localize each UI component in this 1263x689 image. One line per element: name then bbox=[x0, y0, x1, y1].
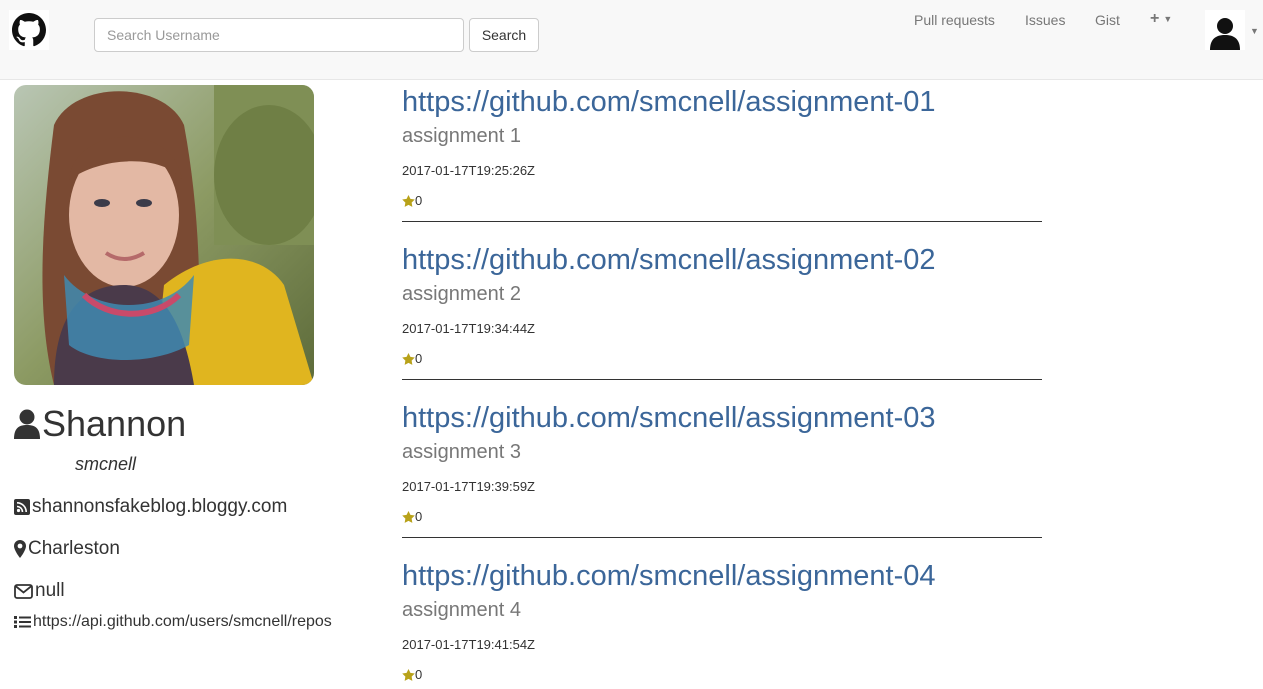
profile-name: Shannon bbox=[14, 403, 186, 445]
nav-pull-requests-link[interactable]: Pull requests bbox=[914, 12, 995, 28]
envelope-icon bbox=[14, 583, 33, 599]
repo-star-count: 0 bbox=[415, 193, 423, 208]
repo-stars: 0 bbox=[402, 193, 422, 208]
repo-link[interactable]: https://github.com/smcnell/assignment-04 bbox=[402, 559, 1042, 593]
repo-divider bbox=[402, 537, 1042, 538]
repo-created-date: 2017-01-17T19:25:26Z bbox=[402, 163, 535, 178]
avatar-chevron-down-icon[interactable]: ▼ bbox=[1250, 26, 1259, 36]
plus-icon: + bbox=[1150, 10, 1160, 27]
profile-photo bbox=[14, 85, 314, 385]
search-button[interactable]: Search bbox=[469, 18, 539, 52]
list-icon bbox=[14, 616, 31, 628]
profile-blog[interactable]: shannonsfakeblog.bloggy.com bbox=[14, 496, 287, 518]
repo-item: https://github.com/smcnell/assignment-03… bbox=[402, 401, 1042, 538]
profile-repos-url-text[interactable]: https://api.github.com/users/smcnell/rep… bbox=[33, 613, 332, 631]
nav-issues-link[interactable]: Issues bbox=[1025, 12, 1065, 28]
user-avatar-menu[interactable] bbox=[1205, 10, 1245, 50]
repo-star-count: 0 bbox=[415, 667, 423, 682]
repo-stars: 0 bbox=[402, 667, 422, 682]
chevron-down-icon: ▼ bbox=[1163, 14, 1173, 24]
repo-description: assignment 3 bbox=[402, 441, 521, 463]
star-icon bbox=[402, 352, 415, 365]
profile-name-text: Shannon bbox=[42, 403, 187, 444]
user-icon bbox=[14, 409, 40, 439]
repo-link[interactable]: https://github.com/smcnell/assignment-03 bbox=[402, 401, 1042, 435]
profile-location-text: Charleston bbox=[28, 538, 120, 559]
repo-divider bbox=[402, 379, 1042, 380]
repo-description: assignment 4 bbox=[402, 599, 521, 621]
repo-star-count: 0 bbox=[415, 509, 423, 524]
github-logo-icon[interactable] bbox=[9, 10, 49, 50]
repo-star-count: 0 bbox=[415, 351, 423, 366]
repo-stars: 0 bbox=[402, 351, 422, 366]
repo-created-date: 2017-01-17T19:41:54Z bbox=[402, 637, 535, 652]
create-new-dropdown[interactable]: + ▼ bbox=[1150, 10, 1172, 28]
navbar: Search Pull requests Issues Gist + ▼ ▼ bbox=[0, 0, 1263, 80]
search-input[interactable] bbox=[94, 18, 464, 52]
rss-icon bbox=[14, 499, 30, 515]
profile-email: null bbox=[14, 580, 65, 602]
default-avatar-icon bbox=[1210, 18, 1240, 50]
repo-description: assignment 1 bbox=[402, 125, 521, 147]
repo-link[interactable]: https://github.com/smcnell/assignment-02 bbox=[402, 243, 1042, 277]
repo-item: https://github.com/smcnell/assignment-04… bbox=[402, 559, 1042, 682]
repo-created-date: 2017-01-17T19:39:59Z bbox=[402, 479, 535, 494]
repo-item: https://github.com/smcnell/assignment-02… bbox=[402, 243, 1042, 380]
repo-stars: 0 bbox=[402, 509, 422, 524]
repo-description: assignment 2 bbox=[402, 283, 521, 305]
profile-location: Charleston bbox=[14, 538, 120, 560]
repo-link[interactable]: https://github.com/smcnell/assignment-01 bbox=[402, 85, 1042, 119]
nav-gist-link[interactable]: Gist bbox=[1095, 12, 1120, 28]
repo-created-date: 2017-01-17T19:34:44Z bbox=[402, 321, 535, 336]
profile-login: smcnell bbox=[75, 454, 137, 474]
profile-repos-url[interactable]: https://api.github.com/users/smcnell/rep… bbox=[14, 613, 332, 631]
profile-email-text: null bbox=[35, 580, 65, 601]
star-icon bbox=[402, 510, 415, 523]
map-marker-icon bbox=[14, 540, 26, 558]
repo-divider bbox=[402, 221, 1042, 222]
profile-blog-text[interactable]: shannonsfakeblog.bloggy.com bbox=[32, 496, 287, 518]
star-icon bbox=[402, 668, 415, 681]
repo-item: https://github.com/smcnell/assignment-01… bbox=[402, 85, 1042, 222]
star-icon bbox=[402, 194, 415, 207]
